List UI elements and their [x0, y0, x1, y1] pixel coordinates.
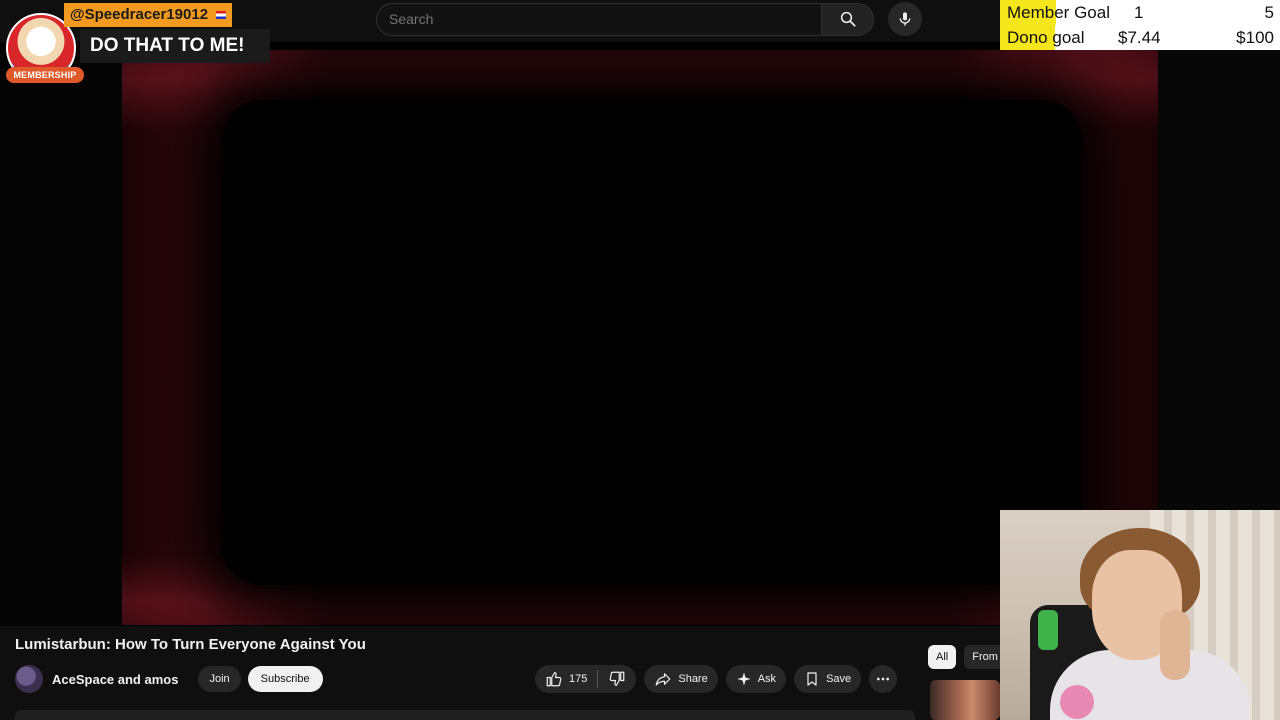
webcam-feed	[1000, 510, 1280, 720]
membership-badge: MEMBERSHIP	[6, 67, 84, 83]
member-goal-current: 1	[1134, 3, 1144, 22]
more-actions-button[interactable]	[869, 665, 898, 693]
flag-icon	[216, 11, 227, 20]
webcam-chair-accent	[1038, 610, 1058, 650]
channel-name[interactable]: AceSpace and amos	[52, 672, 178, 687]
share-button[interactable]: Share	[644, 665, 718, 693]
description-box[interactable]	[15, 710, 915, 720]
dono-goal-label: Dono goal	[1007, 28, 1085, 47]
dono-goal-row: Dono goal $7.44 $100	[1000, 25, 1280, 50]
related-video-thumbnail[interactable]	[930, 680, 1000, 720]
pillarbox-right	[1158, 42, 1280, 512]
chip-from[interactable]: From	[964, 645, 1000, 669]
search-field[interactable]	[376, 2, 822, 36]
chip-all[interactable]: All	[928, 645, 957, 669]
ask-button[interactable]: Ask	[725, 665, 787, 693]
member-goal-label: Member Goal	[1007, 3, 1110, 22]
save-button[interactable]: Save	[794, 665, 862, 693]
like-dislike-group: 175	[535, 665, 637, 693]
search-button[interactable]	[822, 2, 874, 36]
search-icon	[840, 11, 856, 27]
dislike-button[interactable]	[598, 665, 636, 693]
alert-username: @Speedracer19012	[64, 3, 233, 27]
dono-goal-target: $100	[1236, 28, 1274, 47]
like-button[interactable]: 175	[535, 665, 597, 693]
black-screen	[222, 100, 1082, 585]
member-goal-target: 5	[1264, 3, 1274, 22]
alert-message: DO THAT TO ME!	[80, 29, 270, 63]
subscribe-button[interactable]: Subscribe	[247, 666, 323, 692]
join-button[interactable]: Join	[198, 666, 241, 692]
ask-label: Ask	[757, 673, 777, 685]
webcam-person-hand	[1160, 610, 1190, 680]
webcam-pink-object	[1060, 685, 1094, 719]
stream-canvas: MEMBERSHIP @Speedracer19012 DO THAT TO M…	[0, 0, 1280, 720]
bookmark-icon	[807, 672, 817, 686]
more-horizontal-icon	[877, 677, 890, 681]
channel-row: AceSpace and amos Join Subscribe	[15, 665, 323, 693]
search-input[interactable]	[389, 11, 821, 27]
microphone-icon	[899, 12, 911, 26]
sparkle-icon	[737, 672, 751, 686]
goal-overlay: Member Goal 1 5 Dono goal $7.44 $100	[1000, 0, 1280, 50]
member-goal-row: Member Goal 1 5	[1000, 0, 1280, 25]
share-label: Share	[678, 673, 708, 685]
thumbs-up-icon	[546, 672, 562, 687]
dono-goal-current: $7.44	[1118, 28, 1161, 47]
video-title: Lumistarbun: How To Turn Everyone Agains…	[15, 636, 366, 653]
share-icon	[656, 673, 671, 686]
save-label: Save	[826, 673, 852, 685]
like-count: 175	[569, 673, 588, 685]
search-bar	[376, 2, 922, 36]
voice-search-button[interactable]	[888, 2, 922, 36]
channel-avatar[interactable]	[15, 665, 43, 693]
related-filter-chips: All From	[928, 645, 1000, 669]
thumbs-down-icon	[609, 671, 625, 686]
video-actions: 175 Share Ask Save	[535, 665, 898, 693]
alert-username-text: @Speedracer19012	[70, 6, 209, 23]
pillarbox-left	[0, 42, 122, 626]
